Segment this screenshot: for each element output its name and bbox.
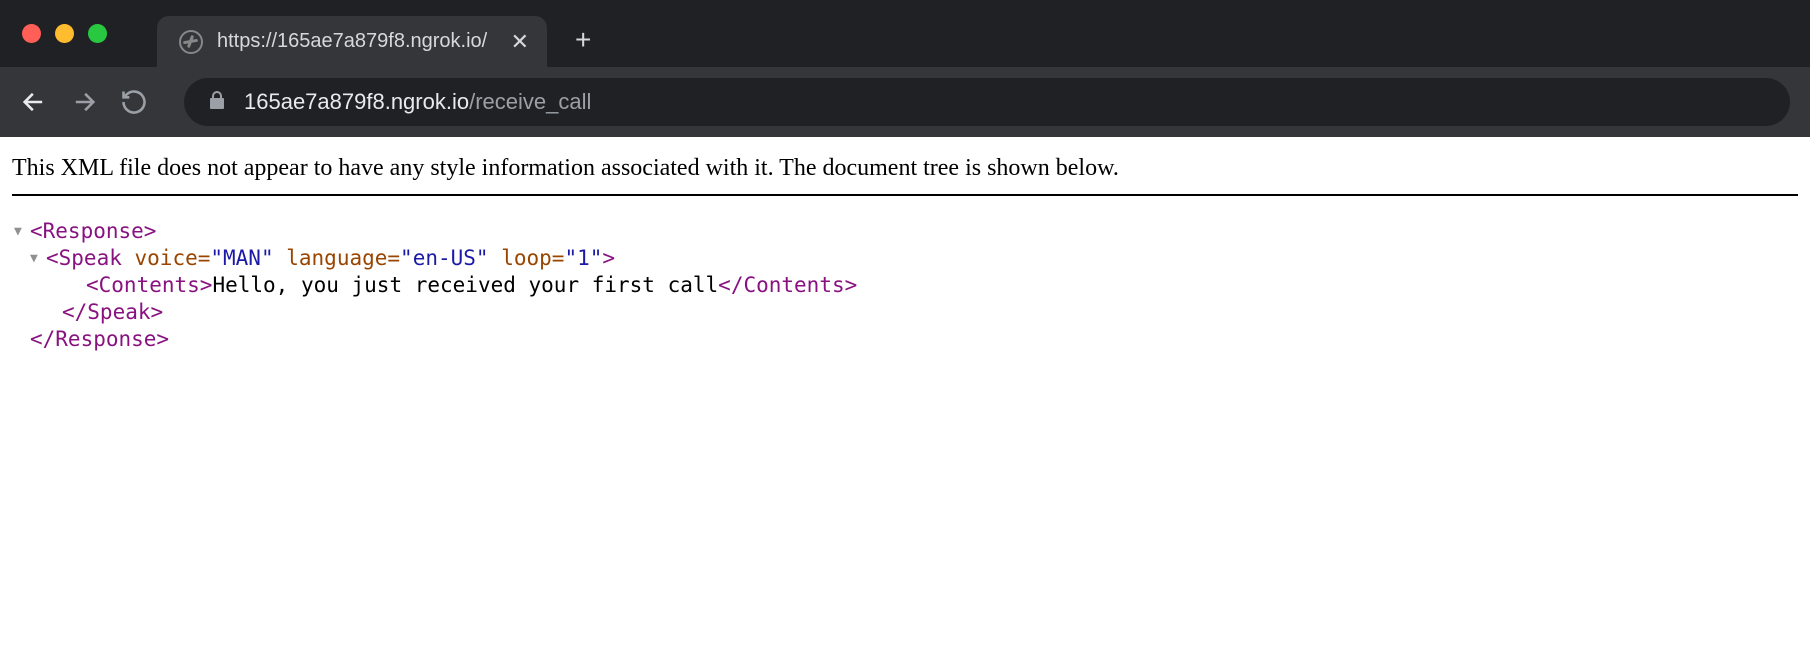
disclosure-triangle-icon[interactable]: ▼ bbox=[30, 251, 44, 268]
lock-icon bbox=[208, 90, 226, 115]
disclosure-triangle-icon[interactable]: ▼ bbox=[14, 224, 28, 241]
xml-tree: ▼<Response> ▼<Speak voice="MAN" language… bbox=[12, 218, 1798, 352]
address-bar[interactable]: 165ae7a879f8.ngrok.io/receive_call bbox=[184, 78, 1790, 126]
url-path: /receive_call bbox=[469, 89, 591, 115]
minimize-window-button[interactable] bbox=[55, 24, 74, 43]
xml-style-notice: This XML file does not appear to have an… bbox=[12, 155, 1798, 196]
url-domain: 165ae7a879f8.ngrok.io bbox=[244, 89, 469, 115]
xml-speak-close: </Speak> bbox=[14, 299, 1798, 326]
window-controls bbox=[22, 24, 107, 43]
globe-icon bbox=[179, 30, 203, 54]
url-display: 165ae7a879f8.ngrok.io/receive_call bbox=[244, 89, 591, 115]
page-content: This XML file does not appear to have an… bbox=[0, 137, 1810, 370]
xml-contents-line: <Contents>Hello, you just received your … bbox=[14, 272, 1798, 299]
forward-button[interactable] bbox=[70, 88, 98, 116]
maximize-window-button[interactable] bbox=[88, 24, 107, 43]
xml-response-close: </Response> bbox=[14, 326, 1798, 353]
tab-title: https://165ae7a879f8.ngrok.io/ bbox=[217, 30, 487, 53]
close-window-button[interactable] bbox=[22, 24, 41, 43]
toolbar: 165ae7a879f8.ngrok.io/receive_call bbox=[0, 67, 1810, 137]
tab-bar: https://165ae7a879f8.ngrok.io/ ✕ + bbox=[0, 0, 1810, 67]
xml-speak-open: ▼<Speak voice="MAN" language="en-US" loo… bbox=[14, 245, 1798, 272]
close-tab-icon[interactable]: ✕ bbox=[511, 31, 529, 53]
back-button[interactable] bbox=[20, 88, 48, 116]
reload-button[interactable] bbox=[120, 88, 148, 116]
xml-response-open: ▼<Response> bbox=[14, 218, 1798, 245]
browser-tab[interactable]: https://165ae7a879f8.ngrok.io/ ✕ bbox=[157, 16, 547, 68]
new-tab-button[interactable]: + bbox=[575, 24, 591, 56]
browser-chrome: https://165ae7a879f8.ngrok.io/ ✕ + 165ae… bbox=[0, 0, 1810, 137]
